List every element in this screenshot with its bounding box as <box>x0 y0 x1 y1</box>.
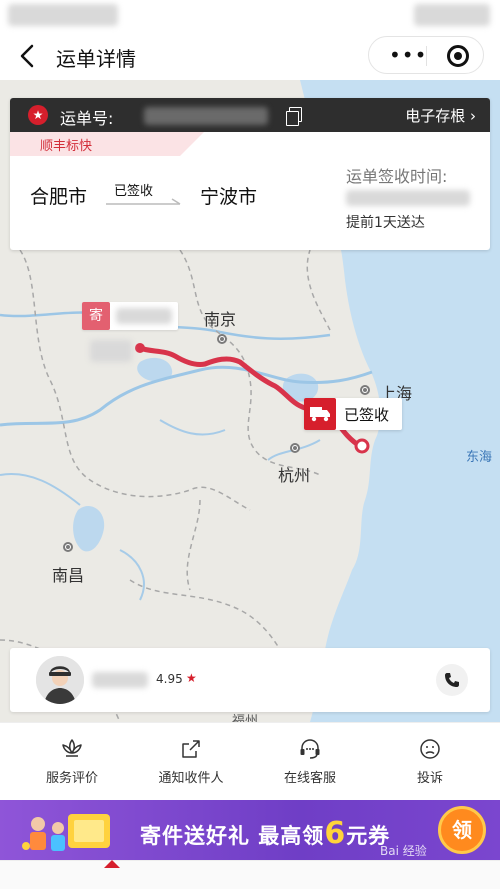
gift-illustration-icon <box>22 814 110 851</box>
signed-time-label: 运单签收时间: <box>346 167 448 186</box>
headset-icon <box>300 739 320 759</box>
city-label-nanjing: 南京 <box>204 310 237 329</box>
status-bar <box>0 0 500 34</box>
sender-name-blurred <box>116 308 172 324</box>
waybill-number-blurred <box>144 107 268 125</box>
close-target-icon[interactable] <box>447 45 469 67</box>
city-label-nanchang: 南昌 <box>52 566 85 585</box>
courier-card: 4.95 ★ <box>10 648 490 712</box>
nav-header: 运单详情 ••• <box>0 34 500 80</box>
more-dots-icon[interactable]: ••• <box>389 45 427 65</box>
waybill-card: ★ 运单号: 电子存根 › 顺丰标快 合肥市 已签收 宁波市 运单签收时间: 提… <box>10 98 490 250</box>
shipment-status: 已签收 <box>114 184 154 199</box>
hangzhou-marker <box>290 443 300 453</box>
promo-text: 寄件送好礼 最高领6元券 <box>140 816 391 851</box>
signed-badge-text: 已签收 <box>344 406 390 424</box>
send-tag: 寄 <box>82 302 110 330</box>
city-label-hangzhou: 杭州 <box>278 466 311 485</box>
share-icon <box>182 740 200 758</box>
service-type-label: 顺丰标快 <box>40 139 93 154</box>
origin-city: 合肥市 <box>30 186 88 208</box>
page-title: 运单详情 <box>56 47 136 71</box>
mini-program-capsule: ••• <box>368 36 484 74</box>
bottom-sheet-edge <box>0 860 500 889</box>
phone-call-button[interactable] <box>436 664 468 696</box>
delivery-ahead-note: 提前1天送达 <box>346 215 425 231</box>
service-review-button[interactable]: 服务评价 <box>17 737 127 786</box>
online-support-button[interactable]: 在线客服 <box>255 737 365 786</box>
truck-icon <box>304 398 336 430</box>
waybill-bar: ★ 运单号: 电子存根 › <box>10 98 490 132</box>
service-type-tag: 顺丰标快 <box>10 132 204 156</box>
nanjing-marker <box>217 334 227 344</box>
back-arrow-icon[interactable] <box>14 42 42 70</box>
notify-recipient-button[interactable]: 通知收件人 <box>136 737 246 786</box>
courier-name-blurred <box>92 672 148 688</box>
waybill-number-label: 运单号: <box>60 109 114 128</box>
shanghai-marker <box>360 385 370 395</box>
sender-detail-blurred <box>90 340 132 362</box>
e-slip-link[interactable]: 电子存根 › <box>405 105 476 126</box>
signed-time-blurred <box>346 190 470 206</box>
status-right-blurred <box>414 4 490 26</box>
status-left-blurred <box>8 4 118 26</box>
lotus-icon <box>62 739 82 757</box>
action-label: 通知收件人 <box>158 771 224 786</box>
route-arrow-icon <box>106 198 181 205</box>
courier-avatar[interactable] <box>36 656 84 704</box>
capsule-divider <box>426 46 427 66</box>
action-bar: 服务评价 通知收件人 在线客服 投诉 <box>0 722 500 800</box>
sad-face-icon <box>420 739 440 759</box>
complaint-button[interactable]: 投诉 <box>375 737 485 786</box>
copy-icon[interactable] <box>286 107 302 126</box>
sender-badge[interactable]: 寄 <box>82 302 178 330</box>
action-label: 投诉 <box>416 771 443 786</box>
sf-logo-icon: ★ <box>28 105 48 125</box>
sea-label-donghai: 东海 <box>466 450 493 465</box>
destination-city: 宁波市 <box>200 186 258 208</box>
courier-rating: 4.95 <box>156 672 183 686</box>
action-label: 在线客服 <box>283 771 336 786</box>
nanchang-marker <box>63 542 73 552</box>
phone-icon <box>445 673 459 687</box>
signed-location-badge[interactable]: 已签收 <box>304 398 402 430</box>
action-label: 服务评价 <box>45 771 98 786</box>
rating-star-icon: ★ <box>186 671 197 685</box>
